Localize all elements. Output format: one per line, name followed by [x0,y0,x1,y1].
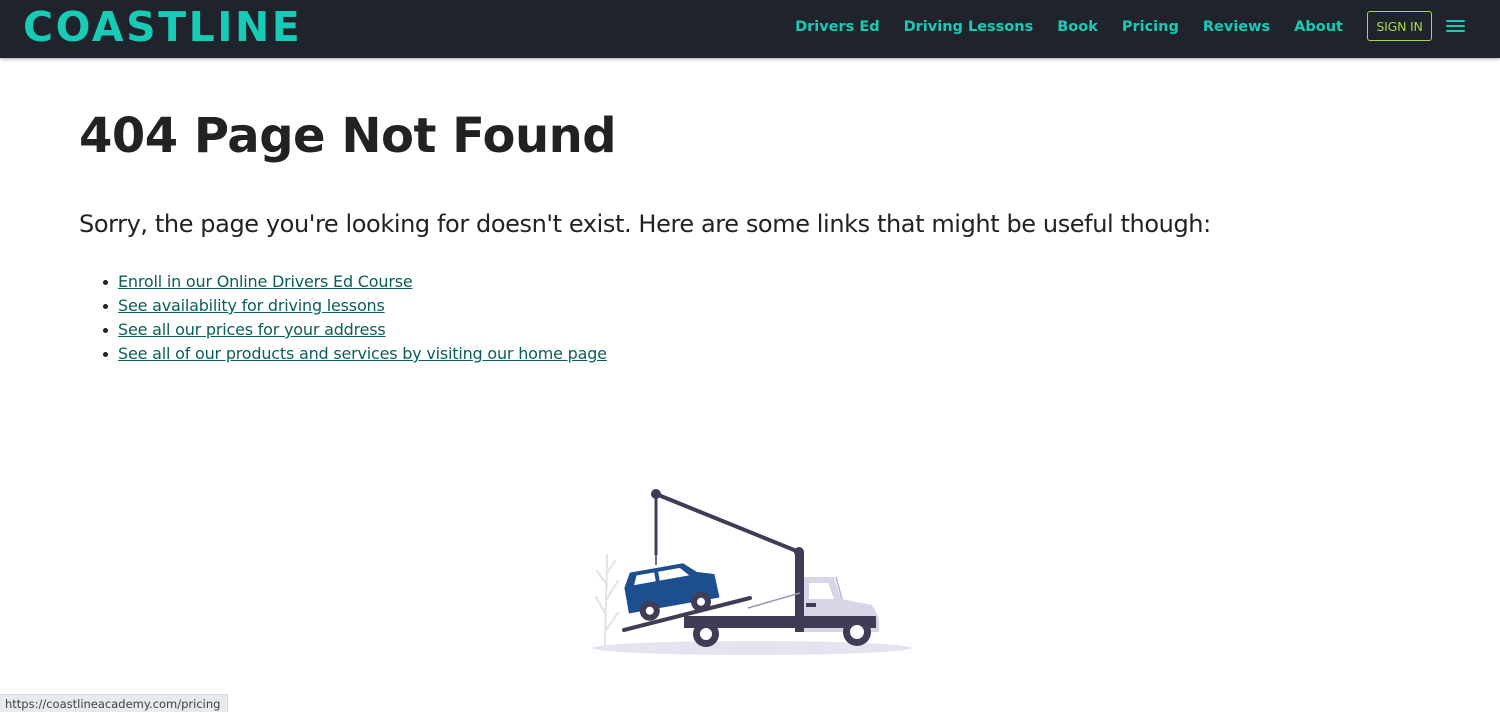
browser-status-url: https://coastlineacademy.com/pricing [0,694,229,712]
link-prices[interactable]: See all our prices for your address [118,320,386,339]
car-icon [624,563,720,621]
menu-bar-middle [1446,25,1465,27]
link-lesson-availability[interactable]: See availability for driving lessons [118,296,385,315]
crane-icon [651,489,804,632]
nav-link-drivers-ed[interactable]: Drivers Ed [795,19,880,35]
menu-bar-bottom [1446,30,1465,32]
menu-bar-top [1446,20,1465,22]
list-item: See availability for driving lessons [103,294,607,318]
error-message: Sorry, the page you're looking for doesn… [79,210,1211,238]
helpful-links-list: Enroll in our Online Drivers Ed Course S… [103,270,607,366]
nav-link-reviews[interactable]: Reviews [1203,19,1270,35]
sign-in-button[interactable]: SIGN IN [1367,11,1432,41]
list-item: See all of our products and services by … [103,342,607,366]
list-item: See all our prices for your address [103,318,607,342]
nav-link-driving-lessons[interactable]: Driving Lessons [904,19,1034,35]
link-enroll-drivers-ed[interactable]: Enroll in our Online Drivers Ed Course [118,272,413,291]
tree-icon [595,554,619,646]
nav-link-about[interactable]: About [1294,19,1343,35]
nav-link-pricing[interactable]: Pricing [1122,19,1179,35]
link-home-page[interactable]: See all of our products and services by … [118,344,607,363]
nav-link-book[interactable]: Book [1057,19,1098,35]
list-item: Enroll in our Online Drivers Ed Course [103,270,607,294]
hamburger-menu-icon[interactable] [1446,18,1465,34]
coastline-logo[interactable]: COASTLINE [23,4,302,50]
top-navbar: COASTLINE Drivers Ed Driving Lessons Boo… [0,0,1500,58]
page-title: 404 Page Not Found [79,108,617,164]
main-nav: Drivers Ed Driving Lessons Book Pricing … [771,0,1343,54]
tow-truck-illustration [592,489,912,655]
